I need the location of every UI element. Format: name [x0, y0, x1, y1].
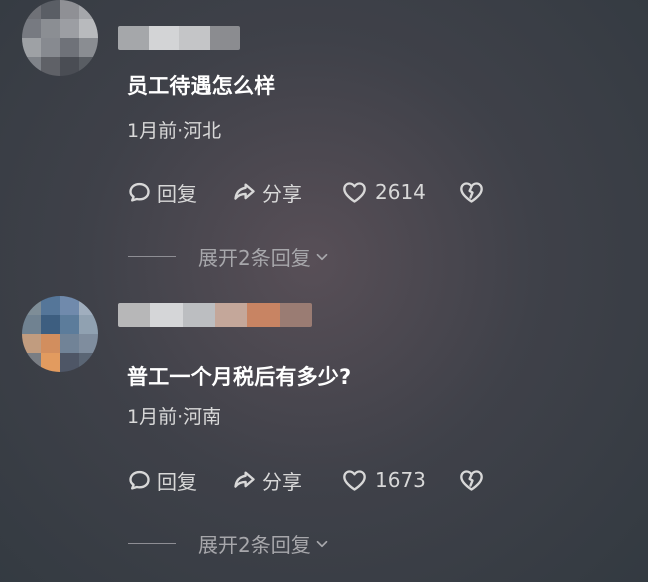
- divider-line: [128, 255, 176, 257]
- like-count: 2614: [375, 180, 426, 204]
- comment-actions: 回复 分享 1673: [126, 465, 546, 495]
- share-button[interactable]: 分享: [231, 465, 302, 495]
- expand-replies-button[interactable]: 展开2条回复: [128, 243, 331, 270]
- blurred-username[interactable]: [118, 26, 240, 50]
- reply-label: 回复: [157, 181, 197, 206]
- broken-heart-icon: [460, 181, 483, 203]
- dislike-button[interactable]: [458, 177, 485, 207]
- like-count: 1673: [375, 468, 426, 492]
- comment-text: 普工一个月税后有多少?: [127, 365, 352, 389]
- share-arrow-icon: [234, 182, 255, 200]
- share-label: 分享: [262, 181, 302, 206]
- like-button[interactable]: 1673: [341, 465, 426, 495]
- comment-text: 员工待遇怎么样: [127, 74, 276, 98]
- comment-meta: 1月前·河北: [127, 120, 222, 142]
- expand-replies-button[interactable]: 展开2条回复: [128, 530, 331, 557]
- share-label: 分享: [262, 469, 302, 494]
- like-button[interactable]: 2614: [341, 177, 426, 207]
- blurred-username[interactable]: [118, 303, 312, 327]
- share-arrow-icon: [234, 470, 255, 488]
- blurred-avatar-image: [22, 0, 98, 76]
- heart-icon: [343, 469, 366, 491]
- chevron-down-icon: [316, 253, 328, 261]
- heart-icon: [343, 181, 366, 203]
- reply-button[interactable]: 回复: [126, 177, 197, 207]
- avatar[interactable]: [22, 296, 98, 372]
- reply-label: 回复: [157, 469, 197, 494]
- chevron-down-icon: [316, 540, 328, 548]
- comment-meta: 1月前·河南: [127, 406, 222, 428]
- expand-replies-label: 展开2条回复: [198, 532, 311, 557]
- blurred-avatar-image: [22, 296, 98, 372]
- comment-actions: 回复 分享 2614: [126, 177, 546, 207]
- comment-bubble-icon: [129, 182, 150, 202]
- expand-replies-label: 展开2条回复: [198, 245, 311, 270]
- avatar[interactable]: [22, 0, 98, 76]
- dislike-button[interactable]: [458, 465, 485, 495]
- divider-line: [128, 542, 176, 544]
- reply-button[interactable]: 回复: [126, 465, 197, 495]
- broken-heart-icon: [460, 469, 483, 491]
- comment-bubble-icon: [129, 470, 150, 490]
- share-button[interactable]: 分享: [231, 177, 302, 207]
